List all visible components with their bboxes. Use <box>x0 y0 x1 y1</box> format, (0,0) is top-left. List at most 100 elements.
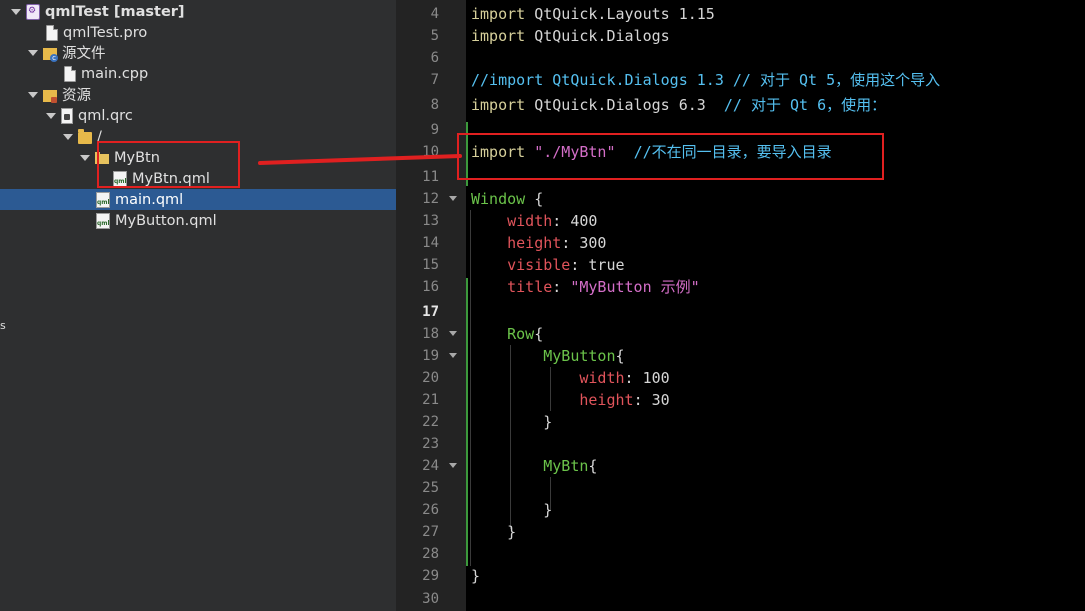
code-token: QtQuick.Dialogs <box>534 27 670 45</box>
code-line-27: } <box>471 522 516 542</box>
line-number: 15 <box>422 257 439 273</box>
annotation-stroke <box>258 154 462 165</box>
tree-item-sources[interactable]: 源文件 <box>0 42 396 63</box>
code-line-16: title: "MyButton 示例" <box>471 277 700 297</box>
expand-arrow-icon[interactable] <box>28 90 38 100</box>
code-line-14: height: 300 <box>471 233 606 253</box>
code-token: } <box>543 413 553 431</box>
folder-icon <box>78 128 92 144</box>
code-string: "MyButton 示例" <box>570 278 700 296</box>
clipped-edge-text: s <box>0 319 6 332</box>
expand-arrow-icon[interactable] <box>11 7 21 17</box>
code-token: 400 <box>570 212 598 230</box>
code-type: Window <box>471 190 526 208</box>
annotation-highlight-box-code <box>457 133 884 180</box>
line-number: 17 <box>422 304 439 320</box>
tree-item-mybutton-qml[interactable]: MyButton.qml <box>0 210 396 231</box>
line-number: 24 <box>422 458 439 474</box>
code-line-8: import QtQuick.Dialogs 6.3 // 对于 Qt 6，使用… <box>471 95 886 115</box>
project-icon <box>26 3 40 20</box>
code-token: QtQuick.Dialogs <box>534 96 670 114</box>
code-token: import <box>471 27 526 45</box>
project-tree: qmlTest [master] qmlTest.pro 源文件 main.cp… <box>0 0 396 611</box>
code-token: true <box>588 256 625 274</box>
code-token: 1.15 <box>678 5 715 23</box>
line-number: 16 <box>422 279 439 295</box>
code-type: MyButton <box>543 347 616 365</box>
line-number: 29 <box>422 568 439 584</box>
code-comment: // 对于 Qt 6，使用： <box>723 96 887 114</box>
expand-arrow-icon[interactable] <box>46 111 56 121</box>
qml-file-icon <box>96 191 110 208</box>
code-token: { <box>615 347 625 365</box>
line-number: 4 <box>430 6 439 22</box>
tree-item-label: main.cpp <box>81 65 149 82</box>
line-number: 30 <box>422 591 439 607</box>
sources-folder-icon <box>43 47 58 62</box>
cpp-file-icon <box>64 65 76 82</box>
qml-file-icon <box>96 212 110 229</box>
code-token: 300 <box>579 234 607 252</box>
tree-item-qml-qrc[interactable]: qml.qrc <box>0 105 396 126</box>
code-line-20: width: 100 <box>471 368 670 388</box>
code-token: 6.3 <box>678 96 706 114</box>
tree-item-resources[interactable]: 资源 <box>0 84 396 105</box>
pro-file-icon <box>46 24 58 41</box>
code-line-18: Row{ <box>471 324 543 344</box>
code-token: } <box>471 567 481 585</box>
code-line-4: import QtQuick.Layouts 1.15 <box>471 4 715 24</box>
code-line-22: } <box>471 412 552 432</box>
line-number: 25 <box>422 480 439 496</box>
fold-marker-icon[interactable] <box>449 331 457 336</box>
code-line-19: MyButton{ <box>471 346 625 366</box>
code-token: 30 <box>651 391 670 409</box>
tree-item-label: main.qml <box>115 191 184 208</box>
code-line-21: height: 30 <box>471 390 670 410</box>
line-number: 14 <box>422 235 439 251</box>
code-token: import <box>471 5 526 23</box>
code-token: { <box>534 190 544 208</box>
code-token: } <box>543 501 553 519</box>
tree-item-label: 资源 <box>62 88 91 104</box>
fold-marker-icon[interactable] <box>449 196 457 201</box>
qrc-file-icon <box>61 107 73 124</box>
tree-item-label: qmlTest.pro <box>63 24 148 41</box>
line-number: 20 <box>422 370 439 386</box>
fold-marker-icon[interactable] <box>449 463 457 468</box>
expand-arrow-icon[interactable] <box>28 48 38 58</box>
code-token: { <box>534 325 544 343</box>
line-number: 6 <box>430 50 439 66</box>
tree-item-main-qml[interactable]: main.qml <box>0 189 396 210</box>
code-token: : <box>633 391 643 409</box>
line-number: 18 <box>422 326 439 342</box>
line-number: 5 <box>430 28 439 44</box>
expand-arrow-icon[interactable] <box>63 132 73 142</box>
code-line-24: MyBtn{ <box>471 456 597 476</box>
code-token: : <box>561 234 571 252</box>
code-editor[interactable] <box>466 0 1085 611</box>
code-line-26: } <box>471 500 552 520</box>
code-property: width <box>579 369 625 387</box>
code-line-7: //import QtQuick.Dialogs 1.3 // 对于 Qt 5，… <box>471 70 940 90</box>
code-token: 100 <box>642 369 670 387</box>
code-line-13: width: 400 <box>471 211 597 231</box>
code-token: QtQuick.Layouts <box>534 5 670 23</box>
line-number: 12 <box>422 191 439 207</box>
tree-item-label: qmlTest [master] <box>45 3 185 20</box>
expand-arrow-icon[interactable] <box>80 153 90 163</box>
fold-marker-icon[interactable] <box>449 353 457 358</box>
tree-item-label: 源文件 <box>62 46 106 62</box>
code-type: MyBtn <box>543 457 589 475</box>
line-number: 28 <box>422 546 439 562</box>
tree-item-main-cpp[interactable]: main.cpp <box>0 63 396 84</box>
code-line-15: visible: true <box>471 255 625 275</box>
line-number: 8 <box>430 97 439 113</box>
line-number: 27 <box>422 524 439 540</box>
line-number: 11 <box>422 169 439 185</box>
line-number: 9 <box>430 122 439 138</box>
code-token: : <box>570 256 580 274</box>
annotation-highlight-box-tree <box>97 141 240 188</box>
tree-item-project[interactable]: qmlTest [master] <box>0 1 396 22</box>
tree-item-pro-file[interactable]: qmlTest.pro <box>0 22 396 43</box>
code-token: : <box>552 278 562 296</box>
